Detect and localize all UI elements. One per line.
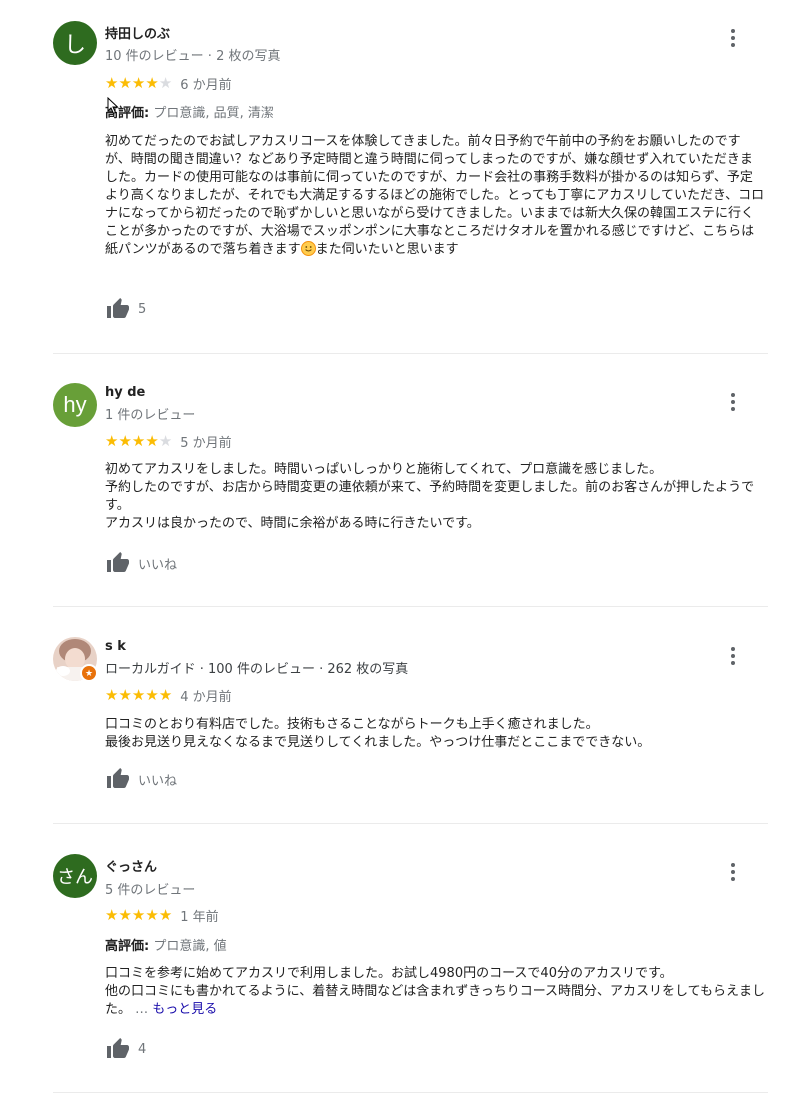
- star-icon: ★: [131, 73, 146, 92]
- mouse-cursor-icon: [107, 97, 119, 115]
- more-options-icon[interactable]: [724, 861, 742, 883]
- rating-row: ★ ★ ★ ★ ★ 1 年前: [105, 905, 219, 925]
- avatar[interactable]: さん: [53, 854, 97, 898]
- reviewer-meta: 10 件のレビュー · 2 枚の写真: [105, 49, 281, 64]
- like-count: 5: [138, 301, 147, 317]
- review-text: 口コミのとおり有料店でした。技術もさることながらトークも上手く癒されました。 最…: [105, 717, 651, 750]
- review-highlights: 高評価: プロ意識, 品質, 清潔: [105, 106, 274, 121]
- reviewer-name[interactable]: s k: [105, 639, 126, 654]
- more-options-icon[interactable]: [724, 391, 742, 413]
- star-icon: ★: [131, 431, 146, 450]
- more-options-icon[interactable]: [724, 645, 742, 667]
- review-time: 6 か月前: [180, 77, 232, 93]
- star-icon: ★: [118, 685, 132, 704]
- star-icon: ★: [131, 905, 146, 924]
- like-button[interactable]: 5: [105, 296, 146, 322]
- divider: [53, 823, 768, 824]
- rating-row: ★ ★ ★ ★ ★ 6 か月前: [105, 73, 232, 93]
- star-rating: ★ ★ ★ ★ ★: [105, 431, 173, 450]
- star-icon: ★: [118, 73, 132, 92]
- like-button[interactable]: いいね: [105, 766, 177, 792]
- like-label: いいね: [138, 773, 178, 789]
- smiley-emoji-icon: [300, 241, 316, 256]
- star-icon: ★: [105, 73, 119, 92]
- star-icon: ★: [145, 685, 159, 704]
- reviewer-name[interactable]: hy de: [105, 385, 145, 400]
- more-link[interactable]: もっと見る: [152, 1002, 217, 1017]
- divider: [53, 606, 768, 607]
- star-icon: ★: [131, 685, 146, 704]
- review-highlights: 高評価: プロ意識, 値: [105, 939, 227, 954]
- review-text: 初めてだったのでお試しアカスリコースを体験してきました。前々日予約で午前中の予約…: [105, 134, 765, 257]
- divider: [53, 1092, 768, 1093]
- review-text: 初めてアカスリをしました。時間いっぱいしっかりと施術してくれて、プロ意識を感じま…: [105, 462, 755, 531]
- thumbs-up-icon: [107, 768, 129, 788]
- star-icon: ★: [118, 431, 132, 450]
- star-icon: ★: [158, 685, 173, 704]
- star-empty-icon: ★: [158, 431, 173, 450]
- reviewer-meta: ローカルガイド · 100 件のレビュー · 262 枚の写真: [105, 662, 409, 677]
- ellipsis: …: [131, 1002, 153, 1017]
- avatar[interactable]: し: [53, 21, 97, 65]
- star-icon: ★: [105, 431, 119, 450]
- divider: [53, 353, 768, 354]
- thumbs-up-icon: [107, 552, 129, 572]
- like-count: 4: [138, 1041, 147, 1057]
- avatar[interactable]: ★: [53, 637, 98, 682]
- review-time: 1 年前: [180, 909, 219, 925]
- star-icon: ★: [118, 905, 132, 924]
- like-button[interactable]: いいね: [105, 550, 177, 576]
- review-text: 口コミを参考に始めてアカスリで利用しました。お試し4980円のコースで40分のア…: [105, 966, 766, 1017]
- star-icon: ★: [158, 905, 173, 924]
- like-button[interactable]: 4: [105, 1036, 146, 1062]
- star-empty-icon: ★: [158, 73, 173, 92]
- reviewer-name[interactable]: 持田しのぶ: [105, 23, 170, 42]
- star-icon: ★: [145, 431, 159, 450]
- review-time: 5 か月前: [180, 435, 232, 451]
- reviewer-meta: 1 件のレビュー: [105, 408, 196, 423]
- rating-row: ★ ★ ★ ★ ★ 4 か月前: [105, 685, 232, 705]
- local-guide-badge-icon: ★: [80, 664, 98, 682]
- star-rating: ★ ★ ★ ★ ★: [105, 73, 173, 92]
- star-rating: ★ ★ ★ ★ ★: [105, 685, 173, 704]
- star-icon: ★: [105, 905, 119, 924]
- star-icon: ★: [145, 905, 159, 924]
- avatar[interactable]: hy: [53, 383, 97, 427]
- more-options-icon[interactable]: [724, 27, 742, 49]
- like-label: いいね: [138, 557, 178, 573]
- star-rating: ★ ★ ★ ★ ★: [105, 905, 173, 924]
- star-icon: ★: [145, 73, 159, 92]
- reviewer-name[interactable]: ぐっさん: [105, 856, 157, 875]
- reviewer-meta: 5 件のレビュー: [105, 883, 196, 898]
- thumbs-up-icon: [107, 298, 129, 318]
- thumbs-up-icon: [107, 1038, 129, 1058]
- review-time: 4 か月前: [180, 689, 232, 705]
- star-icon: ★: [105, 685, 119, 704]
- rating-row: ★ ★ ★ ★ ★ 5 か月前: [105, 431, 232, 451]
